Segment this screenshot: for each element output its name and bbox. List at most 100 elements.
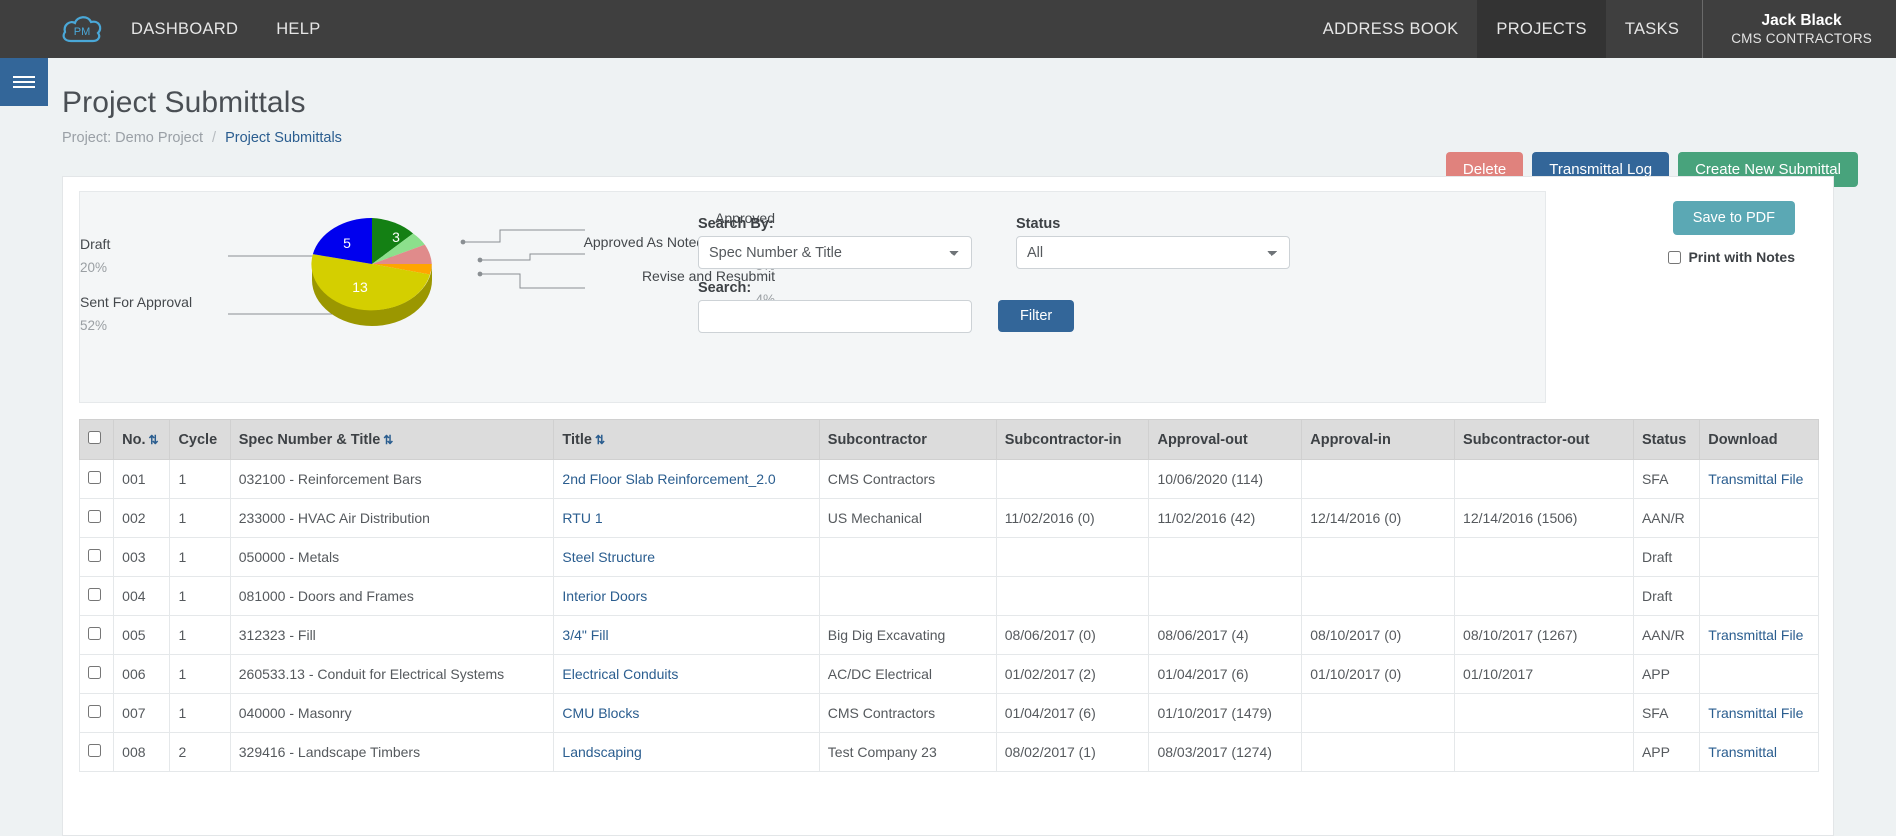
pie-label-sent-for-approval: Sent For Approval bbox=[80, 294, 192, 310]
cell-cycle: 1 bbox=[170, 499, 230, 538]
page-header: Project Submittals Project: Demo Project… bbox=[0, 58, 1896, 161]
status-select[interactable]: All bbox=[1016, 236, 1290, 269]
cell-title: Interior Doors bbox=[554, 577, 819, 616]
col-label-approval-in: Approval-in bbox=[1310, 432, 1391, 448]
col-header-spec[interactable]: Spec Number & Title⇅ bbox=[230, 420, 554, 460]
row-select-cell bbox=[80, 499, 114, 538]
search-label: Search: bbox=[698, 280, 751, 296]
nav-item-address-book[interactable]: ADDRESS BOOK bbox=[1304, 0, 1478, 58]
row-select-cell bbox=[80, 577, 114, 616]
print-with-notes-checkbox[interactable] bbox=[1668, 251, 1681, 264]
cell-subcontractor bbox=[819, 538, 996, 577]
nav-item-help[interactable]: HELP bbox=[257, 0, 339, 58]
row-select-checkbox[interactable] bbox=[88, 471, 101, 484]
save-to-pdf-button[interactable]: Save to PDF bbox=[1673, 201, 1795, 235]
col-header-title[interactable]: Title⇅ bbox=[554, 420, 819, 460]
cell-subcontractor-in bbox=[996, 538, 1149, 577]
pm-cloud-logo[interactable]: PM bbox=[52, 0, 112, 58]
sort-icon-title[interactable]: ⇅ bbox=[595, 433, 603, 447]
col-header-approval-in: Approval-in bbox=[1302, 420, 1455, 460]
cell-subcontractor-in bbox=[996, 460, 1149, 499]
filter-button[interactable]: Filter bbox=[998, 300, 1074, 332]
row-select-checkbox[interactable] bbox=[88, 549, 101, 562]
submittal-title-link[interactable]: Interior Doors bbox=[562, 588, 647, 604]
cell-approval-out bbox=[1149, 577, 1302, 616]
cell-cycle: 1 bbox=[170, 694, 230, 733]
transmittal-file-link[interactable]: Transmittal File bbox=[1708, 627, 1803, 643]
row-select-checkbox[interactable] bbox=[88, 627, 101, 640]
submittal-title-link[interactable]: CMU Blocks bbox=[562, 705, 639, 721]
transmittal-file-link[interactable]: Transmittal File bbox=[1708, 705, 1803, 721]
col-label-subcontractor-out: Subcontractor-out bbox=[1463, 432, 1589, 448]
submittal-title-link[interactable]: RTU 1 bbox=[562, 510, 602, 526]
col-label-title: Title bbox=[562, 432, 592, 448]
cell-download bbox=[1700, 499, 1819, 538]
select-all-checkbox[interactable] bbox=[88, 431, 101, 444]
row-select-cell bbox=[80, 460, 114, 499]
submittal-title-link[interactable]: Electrical Conduits bbox=[562, 666, 678, 682]
table-row: 0051312323 - Fill3/4" FillBig Dig Excava… bbox=[80, 616, 1819, 655]
col-header-cycle: Cycle bbox=[170, 420, 230, 460]
nav-right-group: ADDRESS BOOK PROJECTS TASKS Jack Black C… bbox=[1304, 0, 1896, 58]
cell-spec-number-title: 260533.13 - Conduit for Electrical Syste… bbox=[230, 655, 554, 694]
submittal-title-link[interactable]: Landscaping bbox=[562, 744, 641, 760]
cell-title: Steel Structure bbox=[554, 538, 819, 577]
row-select-checkbox[interactable] bbox=[88, 666, 101, 679]
hamburger-menu-icon[interactable] bbox=[0, 58, 48, 106]
cell-approval-out: 11/02/2016 (42) bbox=[1149, 499, 1302, 538]
col-label-subcontractor-in: Subcontractor-in bbox=[1005, 432, 1122, 448]
cell-subcontractor-in: 11/02/2016 (0) bbox=[996, 499, 1149, 538]
cell-title: CMU Blocks bbox=[554, 694, 819, 733]
search-by-select[interactable]: Spec Number & Title bbox=[698, 236, 972, 269]
col-label-subcontractor: Subcontractor bbox=[828, 432, 927, 448]
cell-subcontractor-out: 01/10/2017 bbox=[1455, 655, 1634, 694]
cell-download: Transmittal File bbox=[1700, 616, 1819, 655]
row-select-cell bbox=[80, 616, 114, 655]
cell-cycle: 2 bbox=[170, 733, 230, 772]
pie-datalabel-draft: 5 bbox=[343, 235, 351, 251]
nav-item-projects[interactable]: PROJECTS bbox=[1477, 0, 1605, 58]
cell-approval-in bbox=[1302, 538, 1455, 577]
sort-icon-spec[interactable]: ⇅ bbox=[383, 433, 391, 447]
print-with-notes-checkbox-row[interactable]: Print with Notes bbox=[1668, 249, 1795, 265]
cell-subcontractor-out bbox=[1455, 538, 1634, 577]
cell-download bbox=[1700, 655, 1819, 694]
table-header-row: No.⇅ Cycle Spec Number & Title⇅ Title⇅ S… bbox=[80, 420, 1819, 460]
breadcrumb-project: Project: Demo Project bbox=[62, 130, 203, 146]
pie-slices bbox=[311, 218, 431, 310]
table-body: 0011032100 - Reinforcement Bars2nd Floor… bbox=[80, 460, 1819, 772]
cell-subcontractor-out: 08/10/2017 (1267) bbox=[1455, 616, 1634, 655]
cell-title: 3/4" Fill bbox=[554, 616, 819, 655]
col-header-download: Download bbox=[1700, 420, 1819, 460]
search-input[interactable] bbox=[698, 300, 972, 333]
cell-approval-out: 08/06/2017 (4) bbox=[1149, 616, 1302, 655]
cell-cycle: 1 bbox=[170, 460, 230, 499]
col-header-subcontractor-out: Subcontractor-out bbox=[1455, 420, 1634, 460]
row-select-checkbox[interactable] bbox=[88, 510, 101, 523]
col-header-no[interactable]: No.⇅ bbox=[114, 420, 170, 460]
cell-download bbox=[1700, 577, 1819, 616]
cell-subcontractor bbox=[819, 577, 996, 616]
nav-item-dashboard[interactable]: DASHBOARD bbox=[112, 0, 257, 58]
transmittal-file-link[interactable]: Transmittal File bbox=[1708, 471, 1803, 487]
cell-download: Transmittal bbox=[1700, 733, 1819, 772]
cell-subcontractor-out bbox=[1455, 577, 1634, 616]
submittal-title-link[interactable]: Steel Structure bbox=[562, 549, 655, 565]
cell-subcontractor: AC/DC Electrical bbox=[819, 655, 996, 694]
row-select-checkbox[interactable] bbox=[88, 744, 101, 757]
user-menu[interactable]: Jack Black CMS CONTRACTORS bbox=[1702, 0, 1896, 58]
breadcrumb-current[interactable]: Project Submittals bbox=[225, 130, 342, 146]
cell-subcontractor: US Mechanical bbox=[819, 499, 996, 538]
cell-download: Transmittal File bbox=[1700, 460, 1819, 499]
nav-item-tasks[interactable]: TASKS bbox=[1606, 0, 1698, 58]
submittal-title-link[interactable]: 3/4" Fill bbox=[562, 627, 608, 643]
row-select-checkbox[interactable] bbox=[88, 705, 101, 718]
row-select-checkbox[interactable] bbox=[88, 588, 101, 601]
submittal-status-pie-chart: 3 5 13 Draft 20% Sent For Approval 52% A… bbox=[80, 192, 780, 404]
submittal-title-link[interactable]: 2nd Floor Slab Reinforcement_2.0 bbox=[562, 471, 775, 487]
transmittal-file-link[interactable]: Transmittal bbox=[1708, 744, 1777, 760]
cell-subcontractor-out bbox=[1455, 460, 1634, 499]
cell-no: 005 bbox=[114, 616, 170, 655]
cell-no: 004 bbox=[114, 577, 170, 616]
sort-icon-no[interactable]: ⇅ bbox=[149, 433, 157, 447]
